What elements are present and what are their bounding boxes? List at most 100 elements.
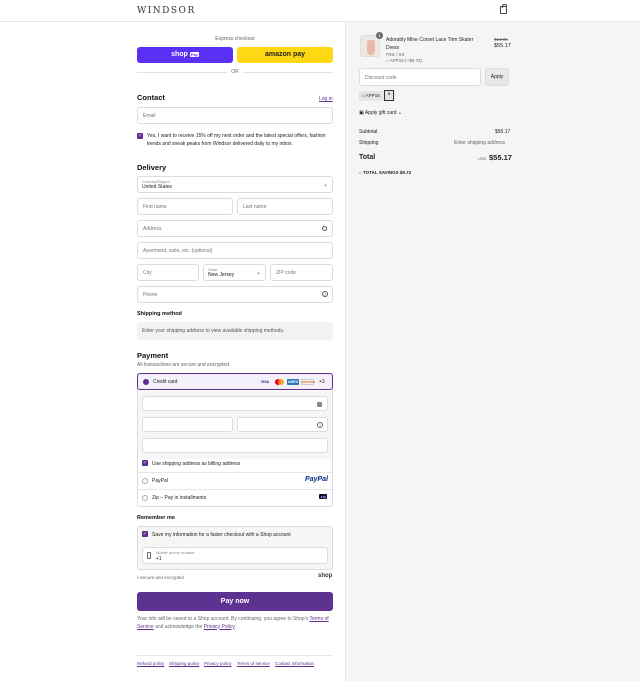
remember-me-heading: Remember me xyxy=(137,515,175,521)
first-name-placeholder: First name xyxy=(143,204,167,210)
legal-text: Your info will be saved to a Shop accoun… xyxy=(137,616,333,631)
state-select[interactable]: State New Jersey ⌄ xyxy=(203,264,266,281)
mobile-value: +1 xyxy=(156,556,162,562)
shop-pay-button[interactable]: shop Pay xyxy=(137,47,233,63)
country-select[interactable]: Country/Region United States ⌄ xyxy=(137,176,333,193)
chevron-down-icon: ⌄ xyxy=(322,182,328,188)
zip-option[interactable]: Zip – Pay in installments zip xyxy=(138,490,332,506)
payment-subtitle: All transactions are secure and encrypte… xyxy=(137,362,231,368)
legal-text-and: and acknowledge the xyxy=(155,623,203,630)
subtotal-value: $55.17 xyxy=(495,129,511,135)
brand-logo[interactable]: WINDSOR xyxy=(137,6,196,16)
marketing-checkbox[interactable]: ✓ xyxy=(137,133,143,139)
product-name-line2: Dress xyxy=(386,45,400,51)
apply-discount-button[interactable]: Apply xyxy=(485,68,509,86)
security-code-input[interactable]: ? xyxy=(237,417,328,432)
savings-label: TOTAL SAVINGS xyxy=(362,170,399,175)
mobile-label: Mobile phone number xyxy=(156,550,195,555)
original-price: $64.90 xyxy=(494,37,508,42)
search-icon xyxy=(322,226,327,231)
discount-tag-text: APP15 (−$9.73) xyxy=(389,58,422,63)
discover-icon: DISCOVER xyxy=(301,379,316,385)
phone-placeholder: Phone xyxy=(143,292,158,298)
privacy-policy-link[interactable]: Privacy Policy xyxy=(204,624,235,630)
city-placeholder: City xyxy=(143,270,152,276)
credit-card-radio[interactable] xyxy=(143,379,149,385)
order-summary: 1 Adorably Mine Corset Lace Trim Skater … xyxy=(345,22,640,681)
save-info-checkbox[interactable]: ✓ xyxy=(142,531,148,537)
name-on-card-input[interactable] xyxy=(142,438,328,453)
total-savings: ⌂ TOTAL SAVINGS $9.73 xyxy=(359,170,411,175)
help-icon[interactable]: ? xyxy=(317,422,323,428)
chevron-down-icon: ⌄ xyxy=(396,110,403,116)
expiration-date-input[interactable] xyxy=(142,417,233,432)
discount-code-input[interactable]: Discount code xyxy=(359,68,481,86)
subtotal-label: Subtotal xyxy=(359,129,378,135)
shipping-method-notice: Enter your shipping address to view avai… xyxy=(137,322,333,340)
city-input[interactable]: City xyxy=(137,264,199,281)
contact-information-link[interactable]: Contact information xyxy=(275,661,314,666)
or-divider-label: OR xyxy=(231,69,239,75)
login-link[interactable]: Log in xyxy=(319,96,333,102)
amex-icon: AMEX xyxy=(287,379,299,385)
terms-of-service-footer-link[interactable]: Terms of service xyxy=(237,661,270,666)
phone-input[interactable]: Phone ? xyxy=(137,286,333,303)
shipping-policy-link[interactable]: Shipping policy xyxy=(169,661,199,666)
last-name-input[interactable]: Last name xyxy=(237,198,333,215)
lock-icon xyxy=(317,402,322,407)
product-name-line1: Adorably Mine Corset Lace Trim Skater xyxy=(386,37,474,43)
zip-label: Zip – Pay in installments xyxy=(152,495,207,501)
refund-policy-link[interactable]: Refund policy xyxy=(137,661,164,666)
mobile-icon xyxy=(147,552,151,559)
remove-discount-button[interactable]: × xyxy=(384,90,394,101)
legal-period: . xyxy=(234,623,236,630)
email-input[interactable]: Email xyxy=(137,107,333,124)
quantity-badge: 1 xyxy=(376,32,383,39)
shipping-label: Shipping xyxy=(359,140,379,146)
product-thumbnail: 1 xyxy=(360,32,383,57)
zip-input[interactable]: ZIP code xyxy=(270,264,333,281)
applied-code: APP15 xyxy=(365,93,380,98)
address-placeholder: Address xyxy=(143,226,162,232)
email-placeholder: Email xyxy=(143,113,156,119)
product-name: Adorably Mine Corset Lace Trim Skater Dr… xyxy=(386,36,486,52)
last-name-placeholder: Last name xyxy=(243,204,267,210)
secure-text: Secure and encrypted xyxy=(139,575,184,580)
state-value: New Jersey xyxy=(208,272,235,278)
shipping-notice-text: Enter your shipping address to view avai… xyxy=(142,328,285,334)
amazon-pay-button[interactable]: amazon pay xyxy=(237,47,333,63)
shopping-bag-icon[interactable] xyxy=(500,4,507,14)
or-divider-left xyxy=(137,72,227,73)
legal-text-intro: Your info will be saved to a Shop accoun… xyxy=(137,616,309,622)
mastercard-orange-circle xyxy=(278,379,284,385)
mobile-phone-input[interactable]: Mobile phone number +1 xyxy=(142,547,328,564)
savings-value: $9.73 xyxy=(399,170,412,175)
paypal-radio[interactable] xyxy=(142,478,148,484)
product-variant: Pink / XS xyxy=(386,52,405,57)
shop-pay-badge: Pay xyxy=(189,52,199,57)
privacy-policy-footer-link[interactable]: Privacy policy xyxy=(204,661,232,666)
contact-heading: Contact xyxy=(137,93,165,102)
help-icon[interactable]: ? xyxy=(322,291,328,297)
zip-radio[interactable] xyxy=(142,495,148,501)
product-discount-tag: ⌂ APP15 (−$9.73) xyxy=(386,58,422,63)
discount-code-placeholder: Discount code xyxy=(365,75,397,81)
pay-now-button[interactable]: Pay now xyxy=(137,592,333,611)
shipping-value: Enter shipping address xyxy=(454,140,506,146)
total-label: Total xyxy=(359,154,376,161)
credit-card-label: Credit card xyxy=(153,379,178,385)
paypal-option[interactable]: PayPal PayPal xyxy=(138,473,332,489)
chevron-down-icon: ⌄ xyxy=(255,270,261,276)
first-name-input[interactable]: First name xyxy=(137,198,233,215)
apartment-input[interactable]: Apartment, suite, etc. (optional) xyxy=(137,242,333,259)
gift-card-toggle[interactable]: ▣ Apply gift card ⌄ xyxy=(359,110,402,116)
billing-same-checkbox[interactable]: ✓ xyxy=(142,460,148,466)
secure-note: ▪ Secure and encrypted xyxy=(137,575,184,580)
shop-logo: shop xyxy=(318,573,333,579)
card-number-input[interactable] xyxy=(142,396,328,411)
paypal-logo: PayPal xyxy=(305,476,328,483)
credit-card-option[interactable]: Credit card VISA AMEX DISCOVER +3 xyxy=(137,373,333,390)
dress-image xyxy=(367,40,375,55)
address-input[interactable]: Address xyxy=(137,220,333,237)
footer-divider xyxy=(137,655,333,656)
